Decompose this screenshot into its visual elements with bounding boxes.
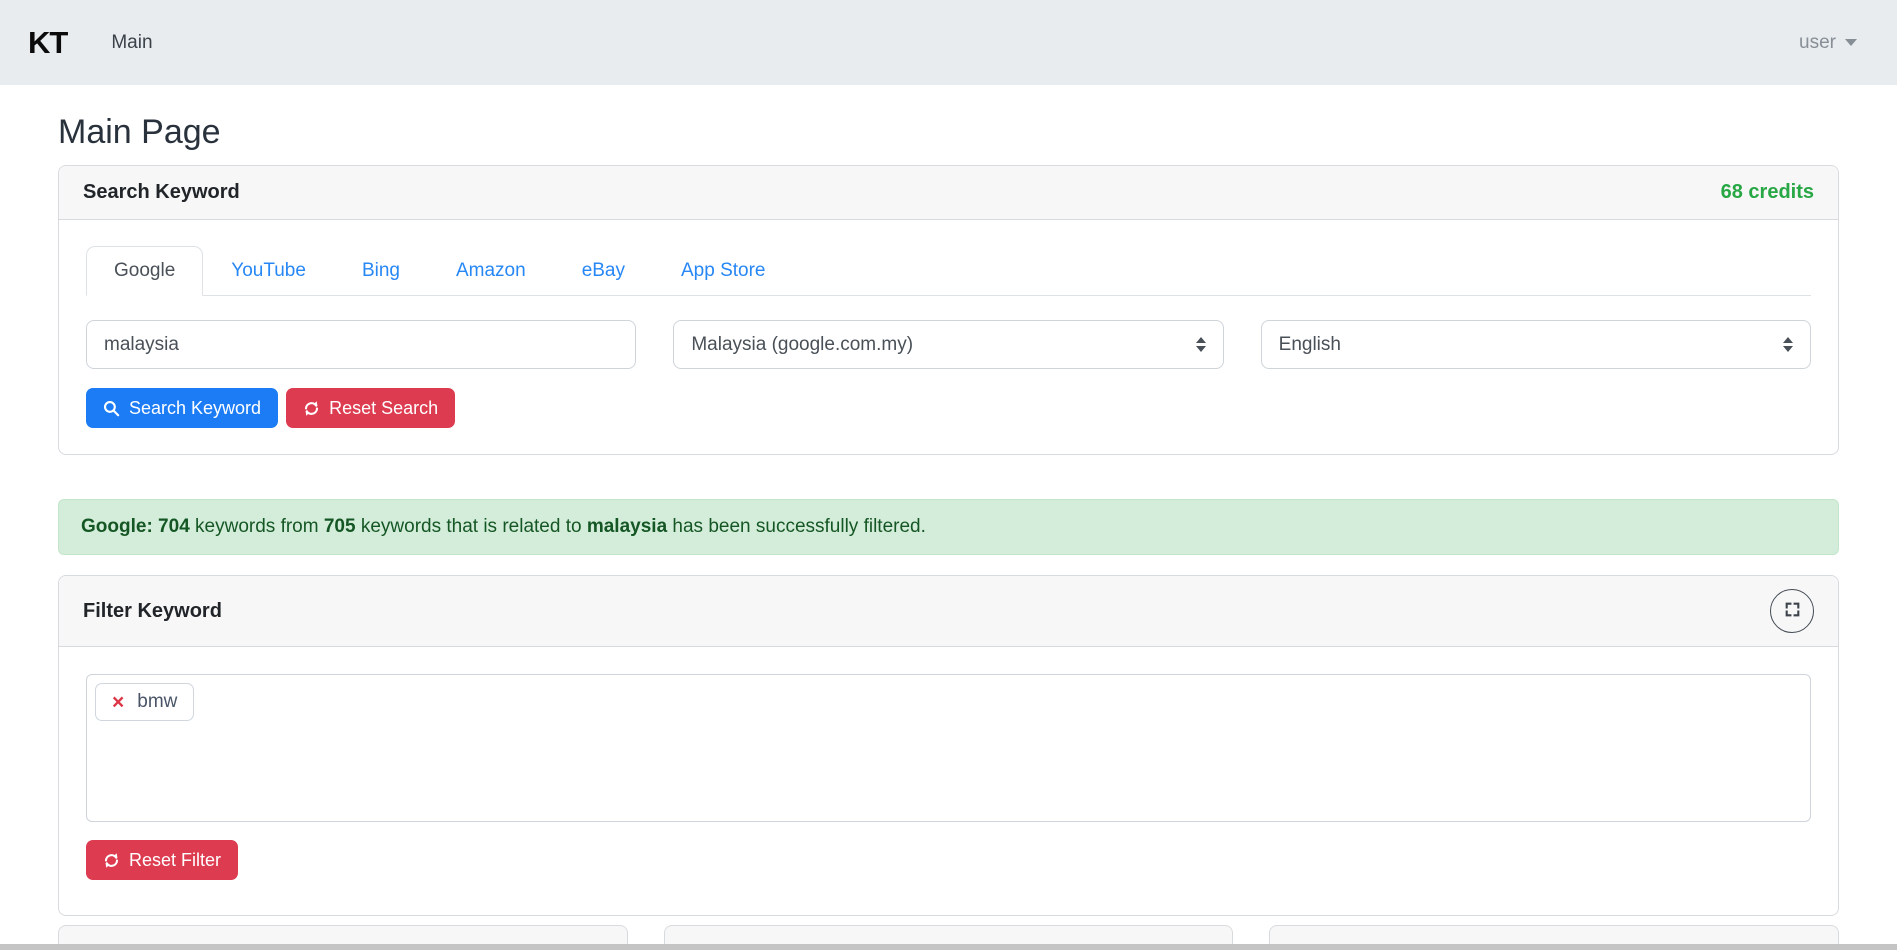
region-select[interactable]: Malaysia (google.com.my) (673, 320, 1223, 369)
page-title: Main Page (58, 113, 1839, 152)
search-keyword-card: Search Keyword 68 credits Google YouTube… (58, 165, 1839, 455)
user-dropdown[interactable]: user (1799, 32, 1857, 54)
reset-filter-button-label: Reset Filter (129, 850, 221, 871)
tag-chip: × bmw (95, 683, 194, 721)
search-form-row: Malaysia (google.com.my) English (86, 320, 1811, 369)
search-card-header: Search Keyword 68 credits (59, 166, 1838, 220)
brand-logo[interactable]: KT (28, 25, 67, 61)
filter-keyword-card: Filter Keyword × bmw (58, 575, 1839, 916)
refresh-icon (103, 852, 120, 869)
chevron-down-icon (1845, 39, 1857, 46)
refresh-icon (303, 400, 320, 417)
reset-search-button[interactable]: Reset Search (286, 388, 455, 428)
reset-search-button-label: Reset Search (329, 398, 438, 419)
tab-ebay[interactable]: eBay (554, 246, 653, 296)
filter-card-body: × bmw Reset Filter (59, 647, 1838, 915)
select-arrows-icon (1196, 337, 1206, 352)
search-card-title: Search Keyword (83, 181, 240, 204)
page-content: Main Page Search Keyword 68 credits Goog… (0, 85, 1897, 950)
search-buttons-row: Search Keyword Reset Search (86, 388, 1811, 428)
alert-keyword: malaysia (587, 516, 667, 537)
tab-youtube[interactable]: YouTube (203, 246, 334, 296)
alert-engine: Google: (81, 516, 153, 537)
filter-tags-input[interactable]: × bmw (86, 674, 1811, 822)
alert-filtered-count: 704 (153, 516, 190, 537)
alert-total-count: 705 (324, 516, 356, 537)
horizontal-scrollbar[interactable] (0, 944, 1897, 950)
tab-google[interactable]: Google (86, 246, 203, 296)
fullscreen-icon (1783, 600, 1802, 622)
filter-card-header: Filter Keyword (59, 576, 1838, 647)
language-select-value: English (1279, 334, 1341, 356)
search-icon (103, 400, 120, 417)
search-keyword-button-label: Search Keyword (129, 398, 261, 419)
tag-label: bmw (137, 691, 177, 713)
navbar: KT Main user (0, 0, 1897, 85)
tab-amazon[interactable]: Amazon (428, 246, 554, 296)
credits-badge: 68 credits (1721, 181, 1814, 204)
filter-buttons-row: Reset Filter (86, 840, 1811, 880)
reset-filter-button[interactable]: Reset Filter (86, 840, 238, 880)
region-select-value: Malaysia (google.com.my) (691, 334, 913, 356)
keyword-input[interactable] (86, 320, 636, 369)
language-select[interactable]: English (1261, 320, 1811, 369)
tab-bing[interactable]: Bing (334, 246, 428, 296)
nav-item-main[interactable]: Main (111, 32, 152, 54)
expand-button[interactable] (1770, 589, 1814, 633)
select-arrows-icon (1783, 337, 1793, 352)
engine-tabs: Google YouTube Bing Amazon eBay App Stor… (86, 246, 1811, 296)
remove-tag-icon[interactable]: × (112, 692, 124, 713)
filter-card-title: Filter Keyword (83, 600, 222, 623)
search-keyword-button[interactable]: Search Keyword (86, 388, 278, 428)
filter-success-alert: Google: 704 keywords from 705 keywords t… (58, 499, 1839, 555)
tab-appstore[interactable]: App Store (653, 246, 794, 296)
user-dropdown-label: user (1799, 32, 1836, 54)
search-card-body: Google YouTube Bing Amazon eBay App Stor… (59, 220, 1838, 454)
